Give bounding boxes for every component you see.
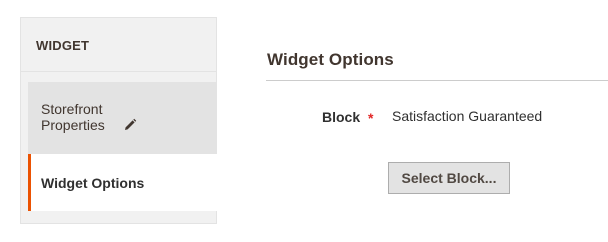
tab-widget-options[interactable]: Widget Options: [28, 154, 217, 211]
block-field-label: Block: [322, 109, 361, 125]
pencil-icon: [123, 118, 137, 132]
tab-storefront-label-line1: Storefront: [41, 101, 103, 117]
block-field-value: Satisfaction Guaranteed: [392, 108, 543, 124]
tab-storefront-label-line2: Properties: [41, 117, 105, 133]
sidebar: WIDGET Storefront Properties Widget Opti…: [20, 17, 217, 224]
select-block-button[interactable]: Select Block...: [388, 162, 510, 194]
title-divider: [266, 80, 608, 81]
tab-storefront-properties[interactable]: Storefront Properties: [28, 82, 217, 154]
page-title: Widget Options: [267, 50, 394, 69]
tab-storefront-label: Storefront Properties: [41, 101, 105, 133]
sidebar-header: WIDGET: [21, 18, 216, 72]
required-marker: *: [368, 110, 374, 126]
